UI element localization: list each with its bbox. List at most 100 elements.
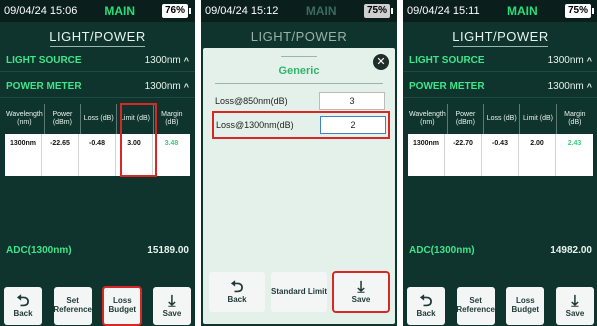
loss-1300-field: Loss@1300nm(dB) 2 [212, 111, 390, 139]
standard-limit-button[interactable]: Standard Limit [271, 272, 327, 312]
save-button[interactable]: ⤓ Save [555, 287, 594, 325]
back-arrow-icon: ⮌ [419, 292, 433, 310]
power-meter-row[interactable]: POWER METER 1300nm ^ [403, 76, 597, 98]
loss-1300-input[interactable]: 2 [320, 116, 386, 134]
adc-label: ADC(1300nm) [409, 245, 475, 256]
cell-wavelength: 1300nm [408, 134, 445, 176]
device-screen-3: 09/04/24 15:11 MAIN 75% LIGHT/POWER LIGH… [403, 0, 597, 326]
table-row: 1300nm -22.70 -0.43 2.00 2.43 [408, 134, 593, 176]
adc-value: 15189.00 [147, 245, 189, 256]
back-button[interactable]: ⮌ Back [407, 287, 445, 325]
set-reference-button[interactable]: Set Reference [456, 287, 495, 325]
chevron-up-icon[interactable]: ^ [184, 56, 189, 66]
back-button[interactable]: ⮌ Back [209, 272, 265, 312]
light-source-value: 1300nm [547, 55, 584, 66]
status-bar: 09/04/24 15:11 MAIN 75% [403, 0, 597, 22]
back-label: Back [416, 308, 436, 318]
page-title: LIGHT/POWER [49, 29, 146, 44]
dialog-grip [281, 56, 317, 57]
power-meter-label: POWER METER [409, 81, 485, 92]
status-mode: MAIN [305, 4, 337, 18]
status-time: 09/04/24 15:11 [407, 5, 480, 17]
page-title: LIGHT/POWER [452, 29, 549, 44]
chevron-up-icon[interactable]: ^ [587, 56, 592, 66]
measurement-table: Wavelength (nm) Power (dBm) Loss (dB) Li… [408, 104, 593, 176]
header-margin: Margin (dB) [564, 111, 586, 126]
save-label: Save [565, 308, 585, 318]
page-title: LIGHT/POWER [250, 29, 348, 44]
device-screen-2: 09/04/24 15:12 MAIN 75% LIGHT/POWER Gene… [201, 0, 397, 326]
battery-indicator: 76% [161, 4, 188, 18]
screenshot-root: 09/04/24 15:06 MAIN 76% LIGHT/POWER LIGH… [0, 0, 597, 326]
status-bar: 09/04/24 15:12 MAIN 75% [201, 0, 397, 22]
light-source-row[interactable]: LIGHT SOURCE 1300nm ^ [0, 50, 195, 72]
save-button[interactable]: ⤓ Save [332, 271, 390, 313]
back-arrow-icon: ⮌ [230, 278, 244, 296]
battery-indicator: 75% [363, 4, 390, 18]
adc-value: 14982.00 [550, 245, 592, 256]
cell-margin: 3.48 [164, 140, 179, 147]
header-limit: Limit (dB) [520, 104, 557, 134]
save-label: Save [162, 308, 182, 318]
header-loss: Loss (dB) [484, 104, 521, 134]
save-button[interactable]: ⤓ Save [152, 287, 191, 325]
close-icon[interactable]: ✕ [373, 54, 389, 70]
bottom-toolbar: ⮌ Back Set Reference Loss Budget ⤓ Save [403, 287, 597, 326]
bottom-toolbar: ⮌ Back Set Reference Loss Budget ⤓ Save [0, 286, 195, 326]
battery-cap-icon [189, 8, 191, 14]
battery-indicator: 75% [564, 4, 591, 18]
status-mode: MAIN [104, 4, 136, 18]
set-reference-label: Set Reference [456, 296, 495, 314]
header-power: Power (dBm) [448, 104, 485, 134]
battery-cap-icon [391, 8, 393, 14]
light-source-row[interactable]: LIGHT SOURCE 1300nm ^ [403, 50, 597, 72]
save-label: Save [351, 294, 371, 304]
loss-850-label: Loss@850nm(dB) [215, 96, 288, 106]
title-divider [50, 46, 145, 47]
back-label: Back [227, 294, 247, 304]
loss-budget-label: Loss Budget [108, 296, 137, 314]
loss-budget-label: Loss Budget [511, 296, 540, 314]
loss-budget-button[interactable]: Loss Budget [102, 286, 143, 326]
status-time: 09/04/24 15:12 [205, 5, 279, 17]
cell-loss: -0.48 [79, 134, 116, 176]
download-icon: ⤓ [168, 292, 176, 310]
limit-column-highlight [120, 103, 157, 177]
light-source-label: LIGHT SOURCE [409, 55, 485, 66]
back-button[interactable]: ⮌ Back [4, 287, 42, 325]
back-arrow-icon: ⮌ [16, 292, 30, 310]
header-wavelength: Wavelength (nm) [5, 104, 45, 134]
light-source-label: LIGHT SOURCE [6, 55, 82, 66]
power-meter-row[interactable]: POWER METER 1300nm ^ [0, 76, 195, 98]
loss-budget-button[interactable]: Loss Budget [506, 287, 545, 325]
status-mode: MAIN [506, 4, 538, 18]
loss-budget-dialog: Generic ✕ Loss@850nm(dB) 3 Loss@1300nm(d… [203, 48, 395, 324]
set-reference-button[interactable]: Set Reference [53, 287, 92, 325]
cell-margin: 2.43 [567, 140, 582, 147]
header-power: Power (dBm) [45, 104, 82, 134]
standard-limit-label: Standard Limit [271, 286, 328, 296]
status-time: 09/04/24 15:06 [4, 5, 78, 17]
dialog-divider [215, 83, 383, 84]
header-margin: Margin (dB) [161, 111, 183, 126]
battery-cap-icon [592, 8, 594, 14]
chevron-up-icon[interactable]: ^ [587, 82, 592, 92]
dialog-title: Generic [278, 65, 320, 77]
loss-1300-label: Loss@1300nm(dB) [216, 120, 294, 130]
download-icon: ⤓ [357, 278, 365, 296]
loss-850-field: Loss@850nm(dB) 3 [215, 90, 385, 112]
header-wavelength: Wavelength (nm) [408, 104, 448, 134]
title-divider [453, 46, 548, 47]
power-meter-value: 1300nm [547, 81, 584, 92]
dialog-buttons: ⮌ Back Standard Limit ⤓ Save [209, 271, 390, 313]
device-screen-1: 09/04/24 15:06 MAIN 76% LIGHT/POWER LIGH… [0, 0, 195, 326]
loss-850-input[interactable]: 3 [319, 92, 385, 110]
cell-limit: 2.00 [519, 134, 556, 176]
power-meter-value: 1300nm [144, 81, 181, 92]
cell-loss: -0.43 [482, 134, 519, 176]
header-loss: Loss (dB) [81, 104, 118, 134]
cell-wavelength: 1300nm [5, 134, 42, 176]
chevron-up-icon[interactable]: ^ [184, 82, 189, 92]
table-header: Wavelength (nm) Power (dBm) Loss (dB) Li… [408, 104, 593, 134]
adc-readout: ADC(1300nm) 14982.00 [409, 245, 592, 256]
